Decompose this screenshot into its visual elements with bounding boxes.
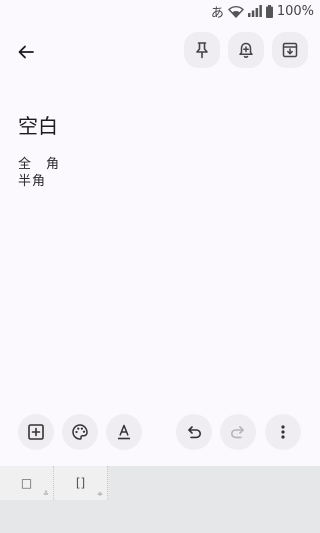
ime-indicator: あ [210, 5, 224, 21]
arrow-back-icon [18, 45, 34, 59]
more-vert-icon [281, 425, 285, 439]
archive-button[interactable] [272, 32, 308, 68]
undo-icon [188, 426, 201, 439]
note-line: 半角 [18, 174, 47, 189]
add-box-icon [28, 424, 44, 440]
battery-percent: 100% [276, 3, 314, 19]
status-bar: あ 100% [0, 0, 320, 22]
undo-button[interactable] [176, 414, 212, 450]
keyboard-key[interactable]: □ ≚ [0, 466, 54, 500]
palette-icon [72, 424, 88, 440]
wifi-icon [227, 5, 244, 18]
background-options-button[interactable] [62, 414, 98, 450]
keyboard-key-label: [] [75, 476, 86, 490]
keyboard-key-sublabel: ≑ [97, 490, 103, 498]
text-format-icon [118, 424, 130, 440]
battery-icon [265, 4, 273, 18]
redo-button[interactable] [220, 414, 256, 450]
reminder-button[interactable] [228, 32, 264, 68]
keyboard-key-label: □ [20, 476, 33, 490]
pin-button[interactable] [184, 32, 220, 68]
keyboard-key[interactable]: [] ≑ [54, 466, 108, 500]
signal-icon [247, 5, 262, 17]
note-editor-screen: あ 100% 空白 全 角 半角 □ ≚ [] ≑ [0, 0, 320, 533]
keyboard-symbol-row: □ ≚ [] ≑ [0, 466, 108, 500]
top-actions [184, 32, 308, 68]
back-button[interactable] [10, 36, 42, 68]
note-body[interactable]: 全 角 半角 [18, 156, 60, 190]
bottom-toolbar [0, 414, 320, 452]
redo-icon [231, 426, 244, 439]
more-options-button[interactable] [265, 414, 301, 450]
note-line: 全 角 [18, 157, 61, 172]
archive-icon [282, 42, 298, 58]
pin-icon [196, 42, 208, 59]
bell-add-icon [239, 42, 253, 58]
note-title[interactable]: 空白 [18, 110, 58, 139]
keyboard-key-sublabel: ≚ [43, 490, 49, 498]
text-format-button[interactable] [106, 414, 142, 450]
keyboard-area: □ ≚ [] ≑ [0, 466, 320, 533]
add-content-button[interactable] [18, 414, 54, 450]
